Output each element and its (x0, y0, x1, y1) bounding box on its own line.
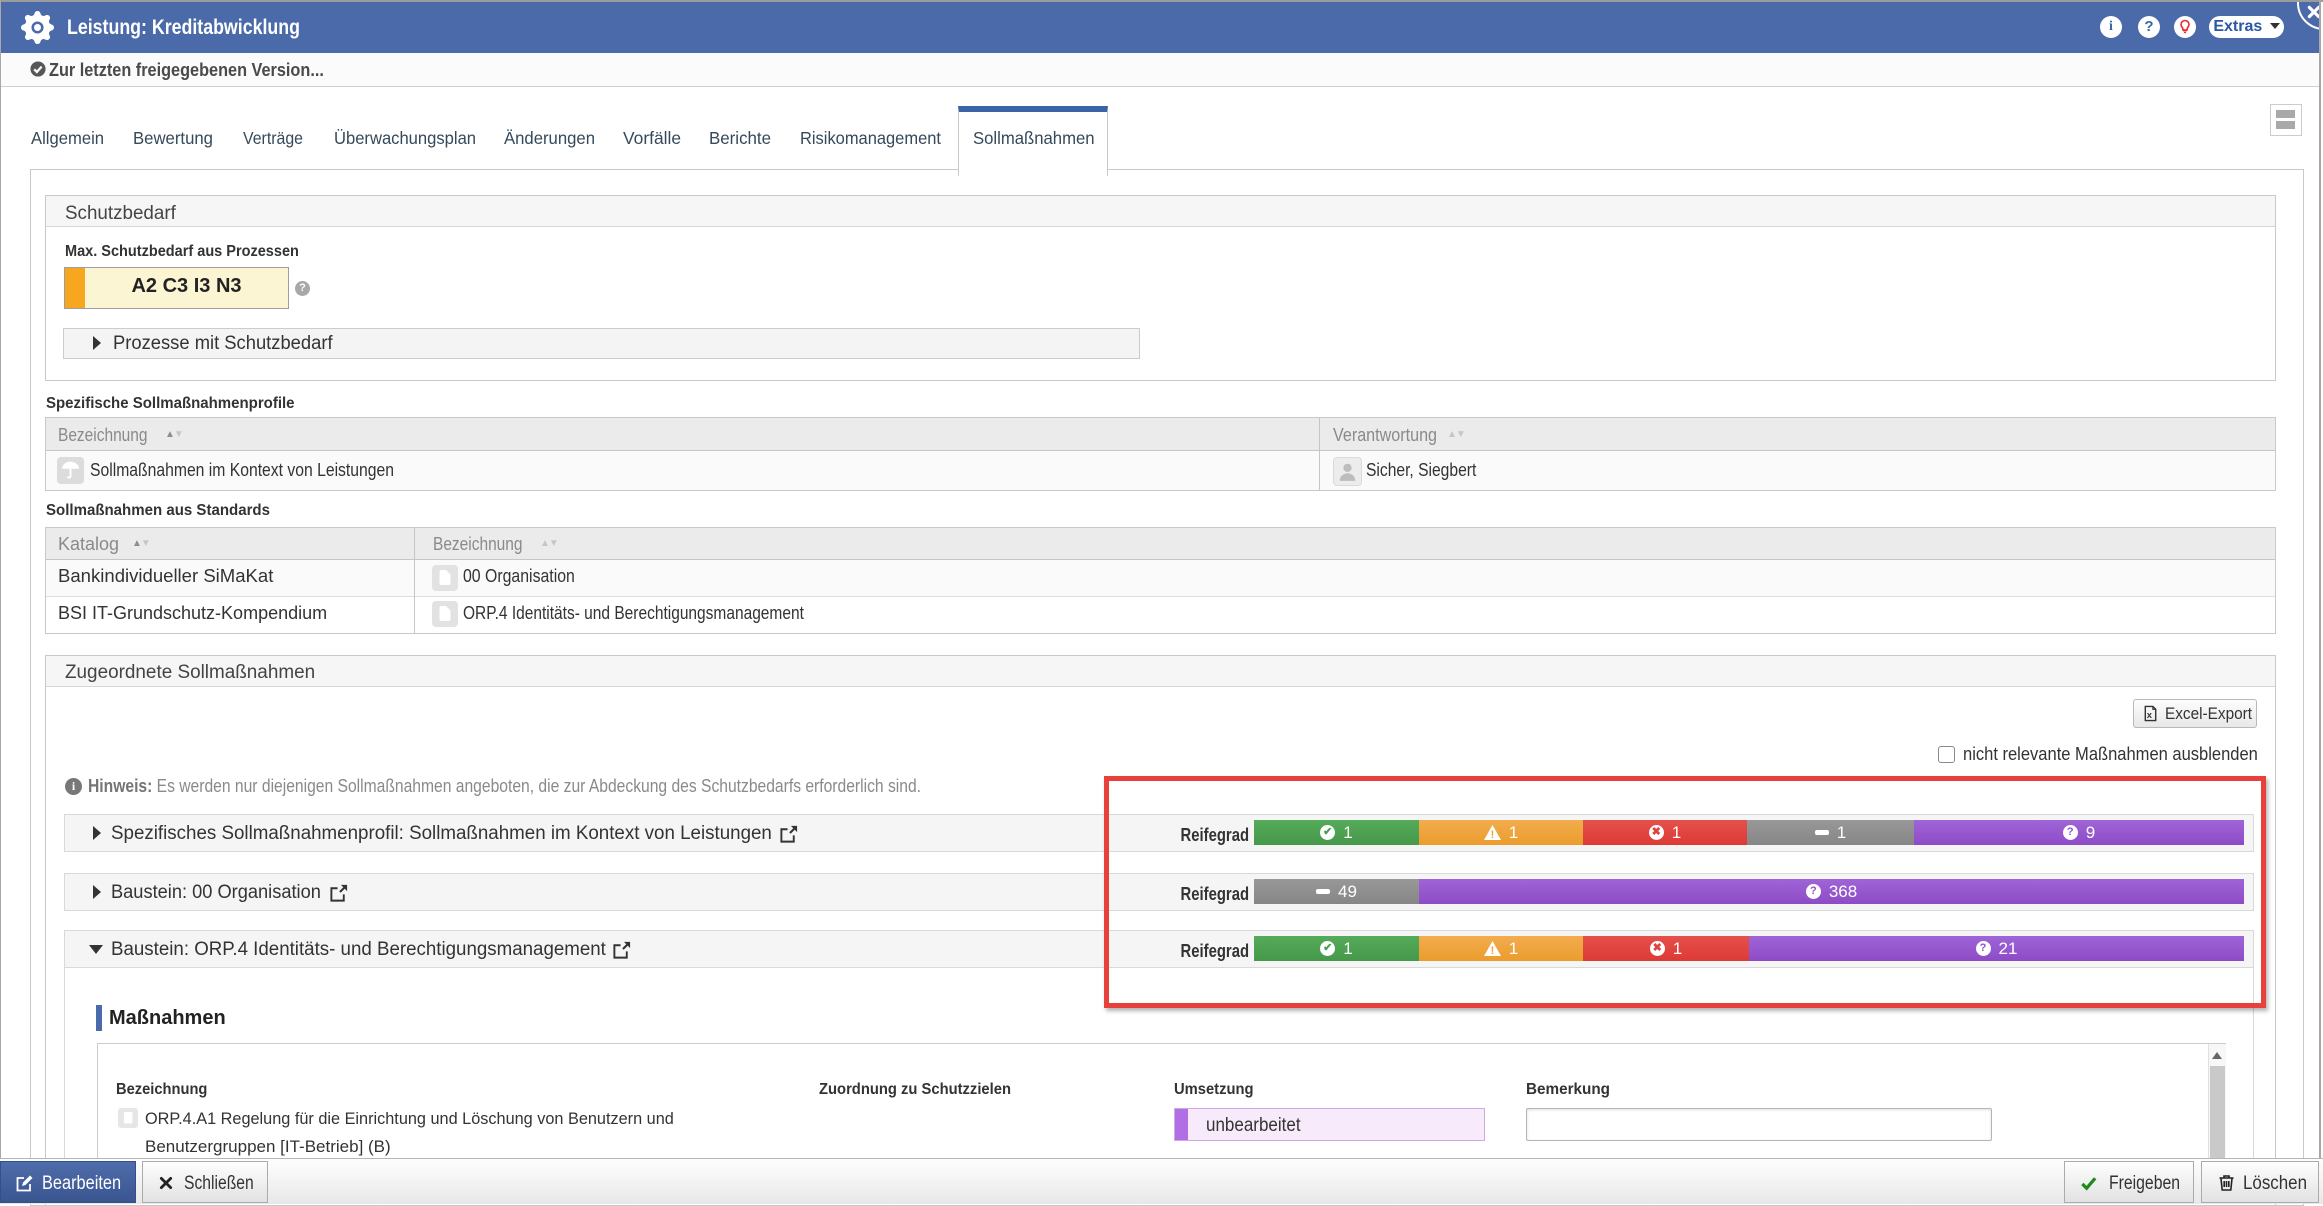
svg-text:x: x (2147, 710, 2153, 721)
